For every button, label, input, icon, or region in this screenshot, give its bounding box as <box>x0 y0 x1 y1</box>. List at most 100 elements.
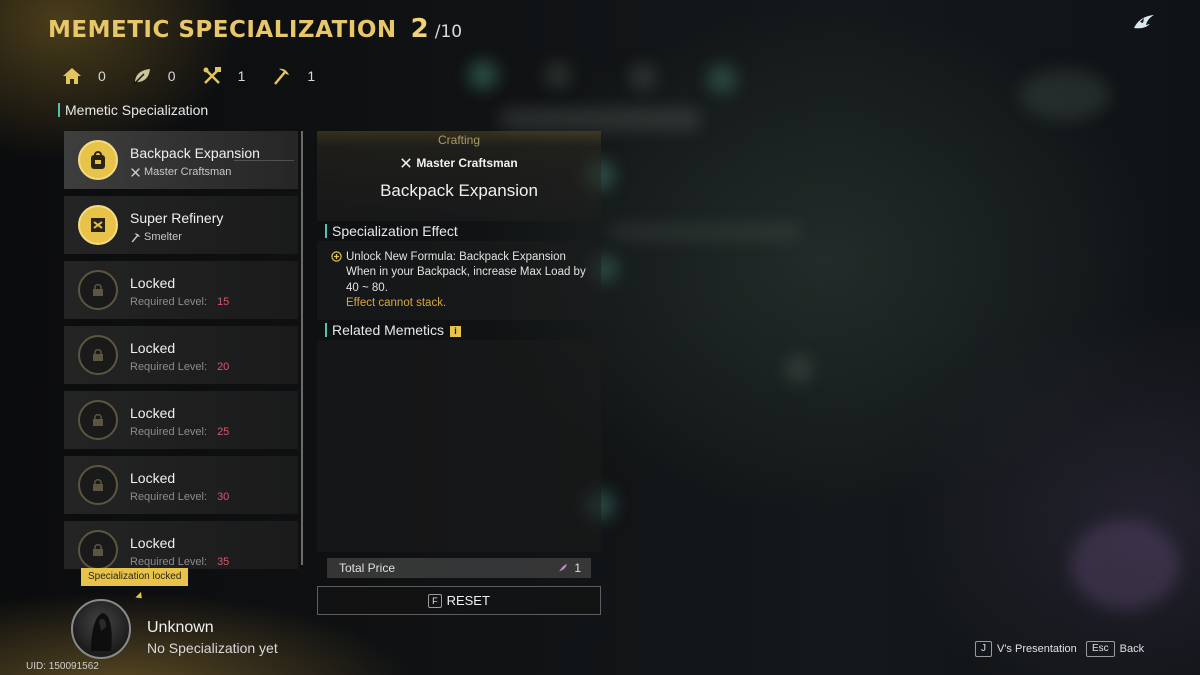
home-icon <box>63 68 81 84</box>
profession-counters: 0 0 1 1 <box>62 66 341 86</box>
effect-section-label: Specialization Effect <box>325 224 458 238</box>
counter-mining: 1 <box>271 66 315 86</box>
required-level: Required Level: 15 <box>130 296 229 308</box>
required-level: Required Level: 30 <box>130 491 229 503</box>
specialization-item-locked[interactable]: Locked Required Level: 35 <box>64 521 298 569</box>
profile-name: Unknown <box>147 619 214 636</box>
specialization-icon <box>78 205 118 245</box>
hint-label: V's Presentation <box>997 643 1077 655</box>
lock-icon <box>93 479 103 491</box>
lock-icon-circle <box>78 270 118 310</box>
counter-home: 0 <box>62 66 106 86</box>
profession-label: Smelter <box>144 231 182 243</box>
counter-value: 1 <box>307 68 316 84</box>
leaf-icon <box>133 69 150 85</box>
list-scrollbar[interactable] <box>301 131 303 565</box>
related-memetics-area <box>317 340 601 552</box>
game-logo-icon <box>1134 15 1154 29</box>
specialization-item-locked[interactable]: Locked Required Level: 15 <box>64 261 298 319</box>
total-price-bar: Total Price 1 <box>327 558 591 578</box>
specialization-locked-tooltip: Specialization locked <box>81 568 189 586</box>
counter-crafting: 1 <box>202 66 246 86</box>
related-section-label: Related Memetics <box>332 322 445 338</box>
background-map-node <box>707 64 737 94</box>
background-map-node <box>545 62 571 88</box>
counter-value: 0 <box>98 68 106 84</box>
counter-value: 0 <box>167 68 176 84</box>
related-section: Related Memetics i <box>325 322 462 338</box>
specialization-item[interactable]: Super Refinery Smelter <box>64 196 298 254</box>
required-level: Required Level: 35 <box>130 556 229 568</box>
counter-value: 1 <box>237 68 246 84</box>
divider <box>234 160 294 161</box>
counter-leaf: 0 <box>132 66 176 86</box>
key-hint: Esc <box>1086 641 1115 657</box>
point-feather-icon <box>559 564 568 572</box>
detail-panel: Crafting Master Craftsman Backpack Expan… <box>317 131 601 221</box>
presentation-button[interactable]: J V's Presentation <box>975 641 1077 657</box>
specialization-name: Locked <box>130 275 176 291</box>
background-map-node <box>468 60 498 90</box>
specialization-name: Locked <box>130 340 176 356</box>
back-button[interactable]: Esc Back <box>1086 641 1144 657</box>
required-level-label: Required Level: <box>130 491 208 503</box>
effect-box: Unlock New Formula: Backpack Expansion W… <box>317 241 601 320</box>
points-max: /10 <box>434 22 463 42</box>
background-map-node <box>785 355 813 383</box>
specialization-name: Super Refinery <box>130 210 224 226</box>
lock-icon <box>93 544 103 556</box>
specialization-item-locked[interactable]: Locked Required Level: 20 <box>64 326 298 384</box>
required-level-value: 20 <box>217 361 230 373</box>
key-hint: F <box>428 593 442 608</box>
info-icon[interactable]: i <box>450 326 462 337</box>
specialization-name: Locked <box>130 405 176 421</box>
reset-button[interactable]: F RESET <box>317 586 601 615</box>
detail-category: Crafting <box>437 133 481 147</box>
specialization-icon <box>78 140 118 180</box>
hooded-figure-icon <box>91 613 112 651</box>
required-level: Required Level: 25 <box>130 426 229 438</box>
lock-icon-circle <box>78 465 118 505</box>
required-level-value: 30 <box>217 491 230 503</box>
key-hint: J <box>975 641 992 657</box>
required-level-label: Required Level: <box>130 361 208 373</box>
required-level-value: 15 <box>217 296 230 308</box>
header: MEMETIC SPECIALIZATION 2 /10 <box>48 14 462 44</box>
backpack-icon <box>91 151 105 169</box>
background-map-node <box>1020 70 1110 120</box>
specialization-name: Locked <box>130 535 176 551</box>
tooltip-tail <box>135 591 145 602</box>
specialization-item[interactable]: Backpack Expansion Master Craftsman <box>64 131 298 189</box>
effect-line: Unlock New Formula: Backpack Expansion <box>346 251 566 263</box>
specialization-item-locked[interactable]: Locked Required Level: 30 <box>64 456 298 514</box>
background-map-node <box>1070 520 1180 610</box>
specialization-name: Locked <box>130 470 176 486</box>
specialization-list: Backpack Expansion Master Craftsman Supe… <box>64 131 298 569</box>
lock-icon-circle <box>78 335 118 375</box>
plus-circle-icon <box>331 251 342 262</box>
points-current: 2 <box>410 14 429 44</box>
profession-label: Master Craftsman <box>144 166 232 178</box>
effect-warning: Effect cannot stack. <box>346 297 447 309</box>
crossed-tools-icon <box>401 158 412 168</box>
pickaxe-icon <box>131 233 140 242</box>
required-level-label: Required Level: <box>130 296 208 308</box>
specialization-profession: Master Craftsman <box>130 166 231 178</box>
effect-line: 40 ~ 80. <box>346 282 388 294</box>
avatar[interactable] <box>71 599 131 659</box>
required-level-value: 35 <box>217 556 230 568</box>
total-price: 1 <box>558 561 581 575</box>
lock-icon <box>93 349 103 361</box>
required-level-label: Required Level: <box>130 556 208 568</box>
lock-icon <box>93 284 103 296</box>
required-level-value: 25 <box>217 426 230 438</box>
background-map-node <box>500 108 700 130</box>
specialization-item-locked[interactable]: Locked Required Level: 25 <box>64 391 298 449</box>
total-price-label: Total Price <box>339 561 396 575</box>
lock-icon-circle <box>78 400 118 440</box>
required-level-label: Required Level: <box>130 426 208 438</box>
detail-profession-label: Master Craftsman <box>416 156 518 170</box>
specialization-name: Backpack Expansion <box>130 145 260 161</box>
specialization-section-label: Memetic Specialization <box>58 103 208 117</box>
user-id: UID: 150091562 <box>26 661 99 672</box>
